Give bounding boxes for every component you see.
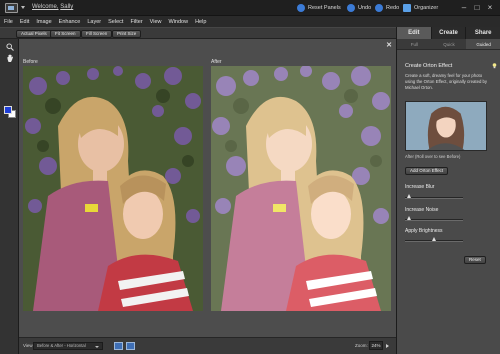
options-bar: Actual Pixels Fit Screen Fill Screen Pri… [0,27,396,39]
zoom-label: Zoom: [355,343,368,348]
apply-brightness-thumb[interactable] [431,237,436,241]
organizer-button[interactable]: Organizer [403,3,438,13]
undo-button[interactable]: Undo [347,3,371,13]
redo-label: Redo [386,5,400,11]
tab-edit[interactable]: Edit [397,27,432,39]
increase-noise-thumb[interactable] [407,216,412,220]
layout-icon[interactable] [114,342,123,350]
reset-panels-label: Reset Panels [308,5,341,11]
welcome-text: Welcome, Sally [32,4,73,10]
tab-create[interactable]: Create [432,27,467,39]
tab-guided[interactable]: Guided [466,39,500,49]
increase-blur-slider[interactable] [405,194,463,199]
effect-title: Create Orton Effect [405,63,453,69]
increase-blur-thumb[interactable] [407,194,412,198]
welcome-prefix: Welcome, [32,4,59,10]
close-icon[interactable]: × [485,2,495,13]
increase-noise-label: Increase Noise [405,207,439,213]
app-icon[interactable] [5,3,18,13]
maximize-icon[interactable]: □ [472,2,482,13]
close-icon[interactable]: ✕ [386,41,392,49]
menu-select[interactable]: Select [108,19,123,25]
guided-edit-panel: Edit Create Share Full Quick Guided Crea… [396,27,500,354]
zoom-icon[interactable] [4,42,15,52]
actual-pixels-button[interactable]: Actual Pixels [16,30,52,38]
menu-bar: File Edit Image Enhance Layer Select Fil… [0,16,500,27]
reset-panels-icon [297,4,305,12]
title-bar: Welcome, Sally Reset Panels Undo Redo Or… [0,0,500,16]
thumbnail-caption: After (Roll over to see Before) [405,154,461,159]
effect-preview-thumbnail[interactable] [405,101,487,151]
swap-icon[interactable] [126,342,135,350]
minimize-icon[interactable]: – [459,2,469,13]
before-label: Before [23,59,38,65]
user-name-link[interactable]: Sally [60,4,73,10]
fit-screen-button[interactable]: Fit Screen [50,30,81,38]
apply-brightness-slider[interactable] [405,237,463,242]
view-select[interactable]: Before & After - Horizontal [33,342,103,350]
before-photo[interactable] [23,66,203,311]
reset-button[interactable]: Reset [464,256,486,264]
menu-file[interactable]: File [4,19,13,25]
increase-blur-label: Increase Blur [405,184,435,190]
zoom-input[interactable]: 24% [369,341,383,350]
hand-icon[interactable] [4,53,15,63]
lightbulb-icon[interactable] [492,63,497,69]
tab-share[interactable]: Share [466,27,500,39]
organizer-icon [403,4,411,12]
foreground-color-swatch[interactable] [4,106,12,114]
menu-layer[interactable]: Layer [87,19,101,25]
menu-view[interactable]: View [150,19,162,25]
mode-tabs: Edit Create Share [397,27,500,39]
undo-icon [347,4,355,12]
reset-panels-button[interactable]: Reset Panels [297,3,341,13]
after-label: After [211,59,222,65]
fill-screen-button[interactable]: Fill Screen [81,30,113,38]
work-area: ✕ Before After [19,39,396,354]
menu-filter[interactable]: Filter [130,19,142,25]
apply-brightness-label: Apply Brightness [405,228,443,234]
effect-description: Create a soft, dreamy feel for your phot… [405,73,488,90]
menu-enhance[interactable]: Enhance [59,19,81,25]
tab-full[interactable]: Full [397,39,432,49]
redo-icon [375,4,383,12]
add-orton-effect-button[interactable]: Add Orton Effect [405,167,449,175]
menu-image[interactable]: Image [36,19,51,25]
menu-edit[interactable]: Edit [20,19,29,25]
after-photo[interactable] [211,66,391,311]
increase-noise-slider[interactable] [405,216,463,221]
chevron-down-icon[interactable] [21,6,25,9]
edit-sub-tabs: Full Quick Guided [397,39,500,50]
tab-quick[interactable]: Quick [432,39,467,49]
toolbox [0,39,19,354]
status-bar: View: Before & After - Horizontal Zoom: … [19,337,396,354]
menu-help[interactable]: Help [195,19,206,25]
organizer-label: Organizer [414,5,439,11]
menu-window[interactable]: Window [169,19,189,25]
print-size-button[interactable]: Print Size [112,30,142,38]
redo-button[interactable]: Redo [375,3,399,13]
zoom-arrow-icon[interactable] [386,344,389,348]
undo-label: Undo [358,5,372,11]
